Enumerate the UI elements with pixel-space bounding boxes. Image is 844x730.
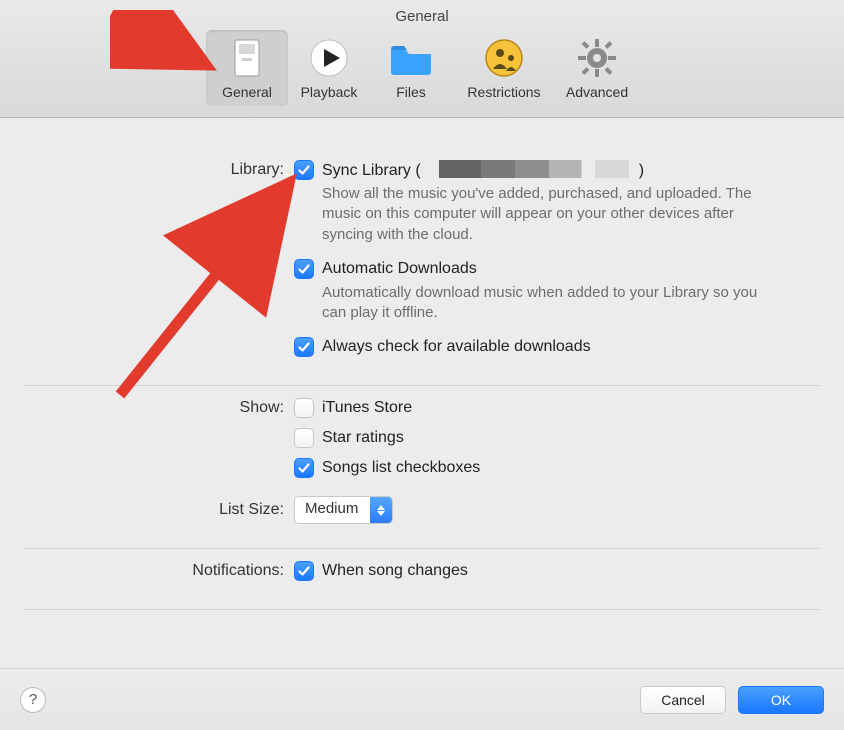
tab-files[interactable]: Files <box>370 30 452 106</box>
list-size-select[interactable]: Medium <box>294 496 393 524</box>
always-check-downloads-label: Always check for available downloads <box>322 338 591 356</box>
label-show: Show: <box>24 398 294 417</box>
checkbox-always-check-downloads[interactable] <box>294 337 314 357</box>
help-glyph: ? <box>29 691 37 708</box>
section-notifications: Notifications: When song changes <box>24 549 820 609</box>
tab-restrictions-label: Restrictions <box>452 84 556 100</box>
cancel-button[interactable]: Cancel <box>640 686 726 714</box>
when-song-changes-label: When song changes <box>322 562 468 580</box>
checkbox-sync-library[interactable] <box>294 160 314 180</box>
list-size-value: Medium <box>295 497 370 523</box>
checkbox-automatic-downloads[interactable] <box>294 259 314 279</box>
footer-bar: ? Cancel OK <box>0 668 844 730</box>
tab-general[interactable]: General <box>206 30 288 106</box>
help-button[interactable]: ? <box>20 687 46 713</box>
section-library: Library: Sync Library () Show all the mu… <box>24 148 820 385</box>
checkbox-songs-list-checkboxes[interactable] <box>294 458 314 478</box>
label-notifications: Notifications: <box>24 561 294 580</box>
checkbox-when-song-changes[interactable] <box>294 561 314 581</box>
itunes-store-label: iTunes Store <box>322 399 412 417</box>
sync-library-description: Show all the music you've added, purchas… <box>322 184 782 245</box>
checkbox-star-ratings[interactable] <box>294 428 314 448</box>
label-list-size: List Size: <box>24 496 294 519</box>
tab-general-label: General <box>206 84 288 100</box>
tab-playback[interactable]: Playback <box>288 30 370 106</box>
folder-icon <box>370 34 452 82</box>
automatic-downloads-label: Automatic Downloads <box>322 260 477 278</box>
toolbar-tabs: General Playback Files <box>206 30 638 106</box>
sync-library-label: Sync Library () <box>322 160 644 180</box>
play-icon <box>288 34 370 82</box>
stepper-arrows-icon <box>370 497 392 523</box>
general-icon <box>206 34 288 82</box>
window-title: General <box>0 8 844 25</box>
label-library: Library: <box>24 160 294 179</box>
ok-button[interactable]: OK <box>738 686 824 714</box>
songs-list-checkboxes-label: Songs list checkboxes <box>322 459 480 477</box>
star-ratings-label: Star ratings <box>322 429 404 447</box>
separator <box>24 609 820 610</box>
tab-playback-label: Playback <box>288 84 370 100</box>
checkbox-itunes-store[interactable] <box>294 398 314 418</box>
tab-advanced[interactable]: Advanced <box>556 30 638 106</box>
section-show: Show: iTunes Store Star ratings <box>24 386 820 548</box>
preferences-content: Library: Sync Library () Show all the mu… <box>0 118 844 610</box>
restrictions-icon <box>452 34 556 82</box>
automatic-downloads-description: Automatically download music when added … <box>322 283 782 324</box>
tab-files-label: Files <box>370 84 452 100</box>
tab-restrictions[interactable]: Restrictions <box>452 30 556 106</box>
gear-icon <box>556 34 638 82</box>
toolbar: General General Playback <box>0 0 844 118</box>
redacted-account-name <box>439 160 629 178</box>
tab-advanced-label: Advanced <box>556 84 638 100</box>
